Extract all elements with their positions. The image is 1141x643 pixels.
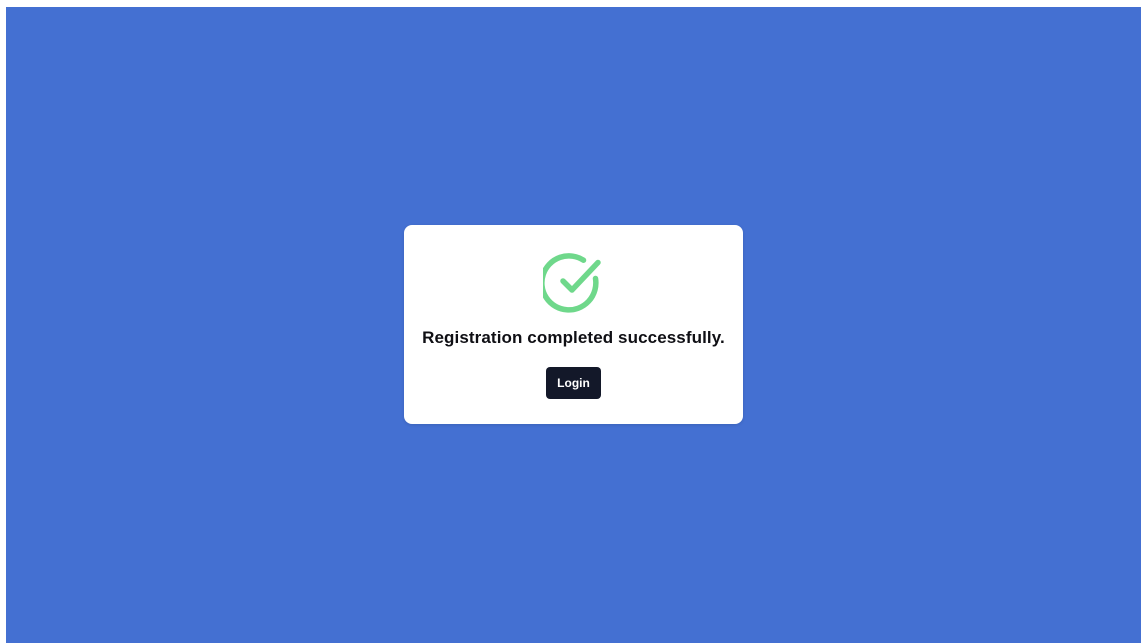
check-circle-icon [542, 252, 605, 314]
success-message: Registration completed successfully. [422, 328, 725, 347]
login-button[interactable]: Login [546, 367, 601, 399]
success-dialog: Registration completed successfully. Log… [404, 225, 743, 424]
page-background: Registration completed successfully. Log… [6, 7, 1141, 643]
